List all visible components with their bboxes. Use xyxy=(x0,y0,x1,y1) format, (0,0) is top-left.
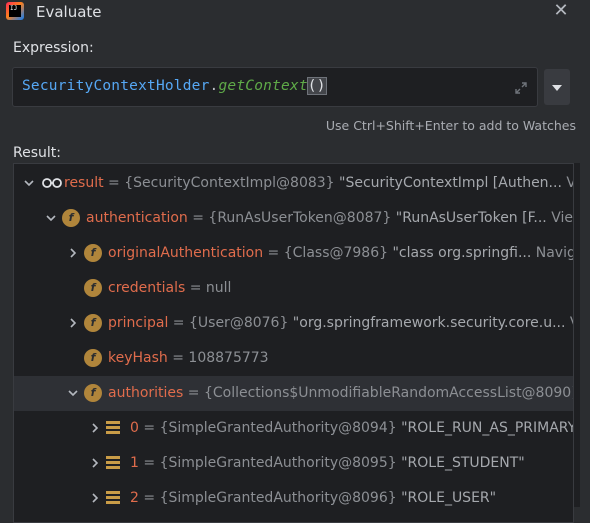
equals-sign: = xyxy=(185,280,206,296)
chevron-down-icon[interactable] xyxy=(44,211,58,225)
tree-row[interactable]: f credentials = null xyxy=(14,271,573,306)
equals-sign: = xyxy=(138,420,160,436)
variable-string: "ROLE_RUN_AS_PRIMARY" xyxy=(396,420,574,436)
variable-value: {Class@7986} xyxy=(283,245,389,261)
equals-sign: = xyxy=(138,455,160,471)
tree-row-text: authorities = {Collections$UnmodifiableR… xyxy=(108,384,574,402)
tree-row-text: keyHash = 108875773 xyxy=(108,349,269,367)
variable-string: "ROLE_USER" xyxy=(396,490,497,506)
tree-row-text: authentication = {RunAsUserToken@8087} "… xyxy=(86,209,573,227)
expression-input[interactable]: SecurityContextHolder.getContext() xyxy=(12,67,538,107)
equals-sign: = xyxy=(138,490,160,506)
chevron-right-icon[interactable] xyxy=(66,246,80,260)
variable-string: "org.springframework.security.core.u... xyxy=(288,315,566,331)
equals-sign: = xyxy=(183,385,204,401)
expression-parens-token: () xyxy=(306,77,327,95)
variable-value: {SecurityContextImpl@8083} xyxy=(124,175,335,191)
scrollbar[interactable] xyxy=(574,163,580,507)
tree-row-text: 2 = {SimpleGrantedAuthority@8096} "ROLE_… xyxy=(130,489,496,507)
variable-name: 2 xyxy=(130,490,139,506)
variable-name: result xyxy=(64,175,104,191)
field-icon: f xyxy=(84,384,102,402)
field-icon: f xyxy=(62,209,80,227)
view-link[interactable]: View xyxy=(547,210,573,226)
view-link[interactable]: Navigate xyxy=(531,245,573,261)
tree-row[interactable]: 1 = {SimpleGrantedAuthority@8095} "ROLE_… xyxy=(14,446,573,481)
glasses-icon xyxy=(42,177,62,189)
expression-code: SecurityContextHolder.getContext() xyxy=(22,77,327,95)
field-icon: f xyxy=(84,314,102,332)
intellij-logo-icon: IJ xyxy=(6,2,24,20)
equals-sign: = xyxy=(168,315,189,331)
variable-name: 1 xyxy=(130,455,139,471)
list-item-icon xyxy=(106,491,120,505)
equals-sign: = xyxy=(263,245,284,261)
tree-row-text: 0 = {SimpleGrantedAuthority@8094} "ROLE_… xyxy=(130,419,574,437)
tree-row-text: credentials = null xyxy=(108,279,231,297)
expression-label: Expression: xyxy=(13,40,94,56)
tree-row[interactable]: 2 = {SimpleGrantedAuthority@8096} "ROLE_… xyxy=(14,481,573,516)
tree-row-text: 1 = {SimpleGrantedAuthority@8095} "ROLE_… xyxy=(130,454,525,472)
tree-row-text: principal = {User@8076} "org.springframe… xyxy=(108,314,573,332)
tree-row-text: originalAuthentication = {Class@7986} "c… xyxy=(108,244,573,262)
chevron-right-icon[interactable] xyxy=(88,491,102,505)
variable-value: null xyxy=(205,280,232,296)
variable-string: "ROLE_STUDENT" xyxy=(396,455,525,471)
variable-value: {RunAsUserToken@8087} xyxy=(208,210,392,226)
variable-value: {SimpleGrantedAuthority@8096} xyxy=(159,490,397,506)
equals-sign: = xyxy=(167,350,189,366)
tree-row[interactable]: 0 = {SimpleGrantedAuthority@8094} "ROLE_… xyxy=(14,411,574,446)
variable-string: "class org.springfi... xyxy=(388,245,532,261)
equals-sign: = xyxy=(103,175,125,191)
list-item-icon xyxy=(106,421,120,435)
variable-value: {SimpleGrantedAuthority@8094} xyxy=(159,420,397,436)
expression-class-token: SecurityContextHolder xyxy=(22,78,210,94)
close-icon[interactable]: ✕ xyxy=(551,1,571,21)
chevron-right-icon[interactable] xyxy=(88,421,102,435)
view-link[interactable]: View xyxy=(562,175,573,191)
field-icon: f xyxy=(84,349,102,367)
equals-sign: = xyxy=(187,210,209,226)
variable-name: authorities xyxy=(108,385,184,401)
window-title: Evaluate xyxy=(36,3,102,21)
variable-value: {Collections$UnmodifiableRandomAccessLis… xyxy=(203,385,574,401)
result-label: Result: xyxy=(13,145,61,161)
watches-hint: Use Ctrl+Shift+Enter to add to Watches xyxy=(325,118,576,133)
variable-string: "RunAsUserToken [F... xyxy=(391,210,547,226)
tree-row-text: result = {SecurityContextImpl@8083} "Sec… xyxy=(64,174,573,192)
variable-name: credentials xyxy=(108,280,186,296)
variable-name: authentication xyxy=(86,210,188,226)
result-tree[interactable]: result = {SecurityContextImpl@8083} "Sec… xyxy=(13,163,574,523)
field-icon: f xyxy=(84,279,102,297)
expand-icon[interactable] xyxy=(513,80,529,96)
variable-name: originalAuthentication xyxy=(108,245,264,261)
variable-name: 0 xyxy=(130,420,139,436)
history-dropdown-button[interactable] xyxy=(544,69,570,105)
variable-value: 108875773 xyxy=(188,350,269,366)
title-bar: IJ Evaluate ✕ xyxy=(0,0,590,26)
tree-row[interactable]: f authentication = {RunAsUserToken@8087} … xyxy=(14,201,573,236)
variable-name: keyHash xyxy=(108,350,168,366)
chevron-right-icon[interactable] xyxy=(88,456,102,470)
tree-row[interactable]: f keyHash = 108875773 xyxy=(14,341,573,376)
variable-name: principal xyxy=(108,315,169,331)
tree-row[interactable]: result = {SecurityContextImpl@8083} "Sec… xyxy=(14,166,573,201)
tree-row[interactable]: f originalAuthentication = {Class@7986} "… xyxy=(14,236,573,271)
list-item-icon xyxy=(106,456,120,470)
tree-row[interactable]: f principal = {User@8076} "org.springfram… xyxy=(14,306,573,341)
view-link[interactable]: View xyxy=(565,315,573,331)
chevron-down-icon[interactable] xyxy=(66,386,80,400)
variable-string: "SecurityContextImpl [Authen... xyxy=(334,175,562,191)
field-icon: f xyxy=(84,244,102,262)
tree-row[interactable]: f authorities = {Collections$Unmodifiable… xyxy=(14,376,574,411)
variable-value: {User@8076} xyxy=(189,315,289,331)
chevron-down-icon[interactable] xyxy=(22,176,36,190)
variable-value: {SimpleGrantedAuthority@8095} xyxy=(159,455,397,471)
expression-method-token: getContext xyxy=(218,78,308,94)
chevron-right-icon[interactable] xyxy=(66,316,80,330)
